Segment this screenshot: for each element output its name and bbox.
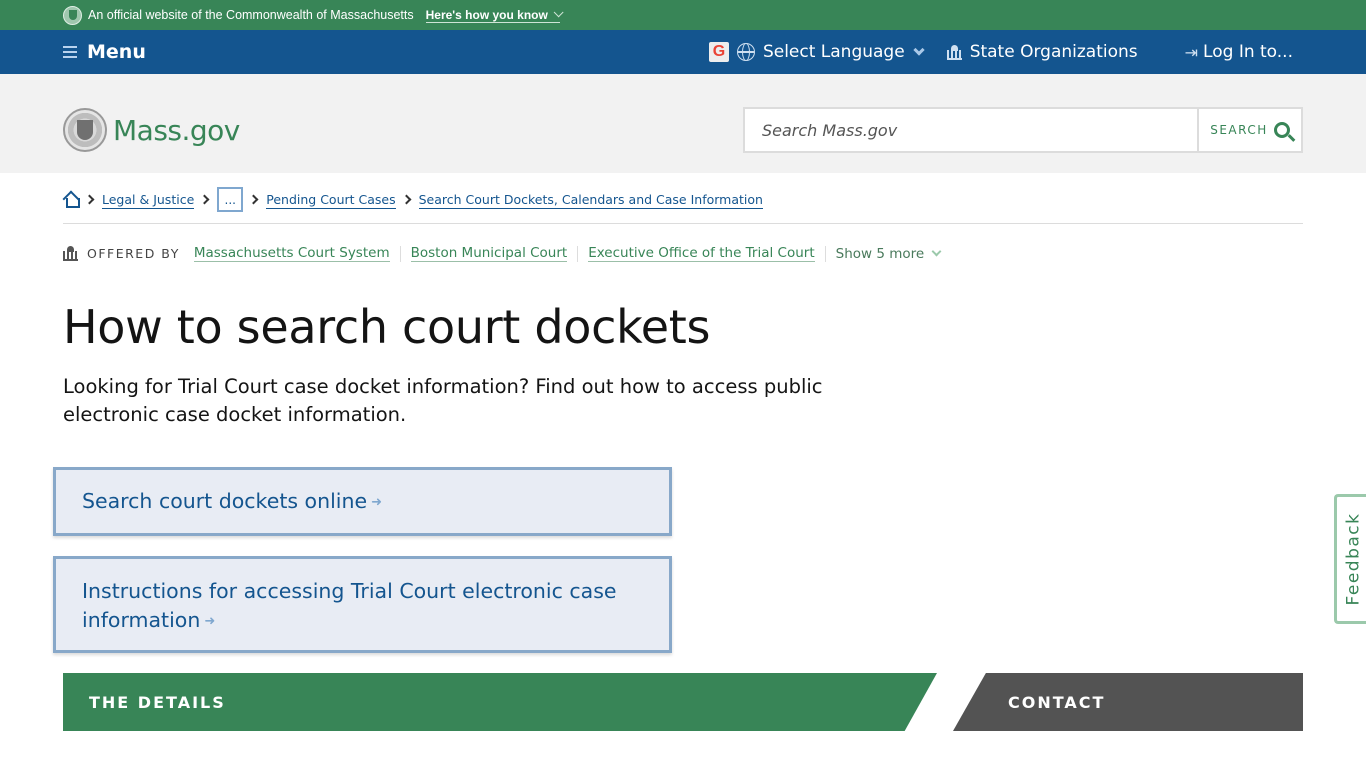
search-icon	[1273, 122, 1290, 138]
home-icon[interactable]	[63, 192, 80, 208]
search-input[interactable]	[745, 109, 1197, 151]
login-button[interactable]: ⇥ Log In to...	[1185, 42, 1293, 62]
link-label: Instructions for accessing Trial Court e…	[82, 579, 617, 632]
contact-section-header: CONTACT	[953, 673, 1303, 731]
hamburger-icon	[63, 46, 77, 58]
globe-icon	[736, 43, 755, 61]
heres-how-you-know-button[interactable]: Here's how you know	[425, 7, 564, 23]
chevron-right-icon	[401, 194, 412, 205]
divider	[577, 245, 579, 262]
heres-how-you-know-label: Here's how you know	[425, 7, 548, 22]
google-translate-icon: G	[708, 42, 729, 62]
utility-nav: Menu G Select Language State Organizatio…	[0, 30, 1366, 74]
site-header: Mass.gov SEARCH	[0, 74, 1366, 173]
trial-court-instructions-link[interactable]: Instructions for accessing Trial Court e…	[53, 556, 672, 653]
feedback-label: Feedback	[1343, 512, 1364, 606]
utility-links: G Select Language State Organizations ⇥ …	[708, 42, 1293, 62]
chevron-right-icon	[199, 194, 210, 205]
the-details-label: THE DETAILS	[89, 692, 226, 712]
chevron-right-icon	[84, 194, 95, 205]
divider	[824, 245, 826, 262]
mass-gov-logo[interactable]: Mass.gov	[63, 108, 240, 152]
breadcrumb-item-pending-court-cases[interactable]: Pending Court Cases	[266, 188, 396, 209]
page-title: How to search court dockets	[63, 300, 711, 354]
offered-by: OFFERED BY Massachusetts Court System Bo…	[63, 245, 942, 262]
feedback-tab[interactable]: Feedback	[1334, 494, 1366, 624]
breadcrumb-item-legal-justice[interactable]: Legal & Justice	[102, 188, 195, 209]
offered-by-label: OFFERED BY	[87, 246, 180, 261]
state-organizations-link[interactable]: State Organizations	[970, 42, 1138, 62]
org-link[interactable]: Boston Municipal Court	[410, 245, 568, 262]
login-icon: ⇥	[1184, 42, 1199, 62]
building-icon	[946, 44, 962, 60]
chevron-down-icon	[931, 246, 942, 257]
official-banner: An official website of the Commonwealth …	[0, 0, 1366, 30]
arrow-right-icon: ➜	[204, 614, 216, 629]
chevron-down-icon[interactable]	[913, 43, 925, 56]
chevron-right-icon	[248, 194, 259, 205]
menu-label: Menu	[87, 41, 146, 63]
official-banner-text: An official website of the Commonwealth …	[88, 8, 414, 22]
divider	[399, 245, 401, 262]
the-details-section-header: THE DETAILS	[63, 673, 937, 731]
org-link[interactable]: Massachusetts Court System	[193, 245, 390, 262]
search-dockets-online-link[interactable]: Search court dockets online ➜	[53, 467, 672, 536]
search-button[interactable]: SEARCH	[1197, 109, 1301, 151]
state-seal-icon	[63, 108, 107, 152]
contact-label: CONTACT	[1008, 692, 1106, 712]
org-link[interactable]: Executive Office of the Trial Court	[588, 245, 815, 262]
show-more-orgs-button[interactable]: Show 5 more	[835, 245, 942, 262]
breadcrumb: Legal & Justice ... Pending Court Cases …	[63, 187, 1303, 224]
state-seal-icon	[63, 5, 82, 25]
chevron-down-icon	[553, 7, 564, 18]
page-lede: Looking for Trial Court case docket info…	[63, 375, 823, 426]
search-form: SEARCH	[743, 107, 1303, 153]
breadcrumb-expand-button[interactable]: ...	[217, 187, 244, 212]
menu-button[interactable]: Menu	[63, 41, 146, 63]
search-button-label: SEARCH	[1210, 123, 1268, 137]
logo-text: Mass.gov	[113, 113, 240, 147]
link-label: Search court dockets online	[82, 488, 368, 513]
arrow-right-icon: ➜	[371, 494, 382, 510]
login-label: Log In to...	[1203, 42, 1293, 62]
breadcrumb-item-search-court-dockets[interactable]: Search Court Dockets, Calendars and Case…	[418, 188, 763, 209]
select-language-button[interactable]: Select Language	[763, 42, 905, 62]
show-more-label: Show 5 more	[835, 245, 925, 262]
building-icon	[63, 246, 78, 261]
